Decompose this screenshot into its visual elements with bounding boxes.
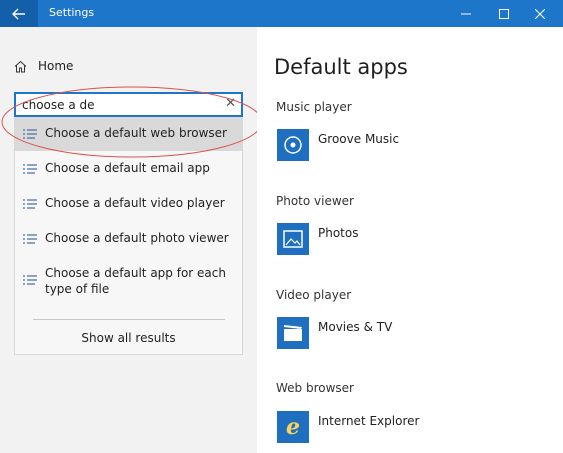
movies-tv-icon <box>277 317 309 349</box>
search-result-label: Choose a default app for each type of fi… <box>45 266 226 296</box>
photos-icon <box>277 223 309 255</box>
settings-list-icon <box>15 160 45 174</box>
default-app-button[interactable]: e Internet Explorer <box>277 411 419 443</box>
clear-icon[interactable]: ✕ <box>225 96 236 111</box>
search-box[interactable]: ✕ <box>14 92 243 117</box>
main-content: Default apps Music player Groove Music P… <box>257 27 563 453</box>
app-name: Movies & TV <box>318 320 393 334</box>
page-title: Default apps <box>274 55 408 79</box>
settings-list-icon <box>15 195 45 209</box>
window-title: Settings <box>49 6 95 19</box>
settings-list-icon <box>15 265 45 285</box>
search-result-item[interactable]: Choose a default photo viewer <box>15 230 242 264</box>
search-result-label: Choose a default email app <box>45 161 210 175</box>
show-all-results-button[interactable]: Show all results <box>15 331 242 345</box>
minimize-icon <box>461 13 471 14</box>
search-result-item[interactable]: Choose a default email app <box>15 160 242 194</box>
section-label: Music player <box>276 100 352 114</box>
search-result-label: Choose a default video player <box>45 196 225 210</box>
settings-list-icon <box>15 125 45 139</box>
close-icon <box>535 8 545 19</box>
section-label: Photo viewer <box>276 194 354 208</box>
maximize-icon <box>499 8 509 19</box>
home-nav-item[interactable]: Home <box>14 59 73 73</box>
app-name: Photos <box>318 226 359 240</box>
title-bar: Settings <box>0 0 563 27</box>
section-label: Video player <box>276 288 352 302</box>
search-result-item[interactable]: Choose a default app for each type of fi… <box>15 265 242 309</box>
app-name: Internet Explorer <box>318 414 420 428</box>
search-result-item[interactable]: Choose a default web browser <box>15 117 242 151</box>
results-divider <box>33 319 225 320</box>
default-app-button[interactable]: Groove Music <box>277 129 399 161</box>
search-result-item[interactable]: Choose a default video player <box>15 195 242 229</box>
default-app-button[interactable]: Movies & TV <box>277 317 392 349</box>
app-name: Groove Music <box>318 132 400 146</box>
groove-music-icon <box>277 129 309 161</box>
settings-list-icon <box>15 230 45 244</box>
home-icon <box>14 60 27 72</box>
section-label: Web browser <box>276 381 354 395</box>
search-result-label: Choose a default web browser <box>45 126 227 140</box>
back-button[interactable] <box>0 0 38 27</box>
search-result-label: Choose a default photo viewer <box>45 231 229 245</box>
close-button[interactable] <box>517 0 563 27</box>
default-app-button[interactable]: Photos <box>277 223 358 255</box>
search-results-dropdown: Choose a default web browser Choose a de… <box>14 117 243 355</box>
sidebar: Home ✕ Choose a default web browser Choo… <box>0 27 257 453</box>
back-arrow-icon <box>12 8 25 19</box>
home-label: Home <box>38 59 74 73</box>
internet-explorer-icon: e <box>277 411 309 443</box>
search-input[interactable] <box>16 94 206 116</box>
